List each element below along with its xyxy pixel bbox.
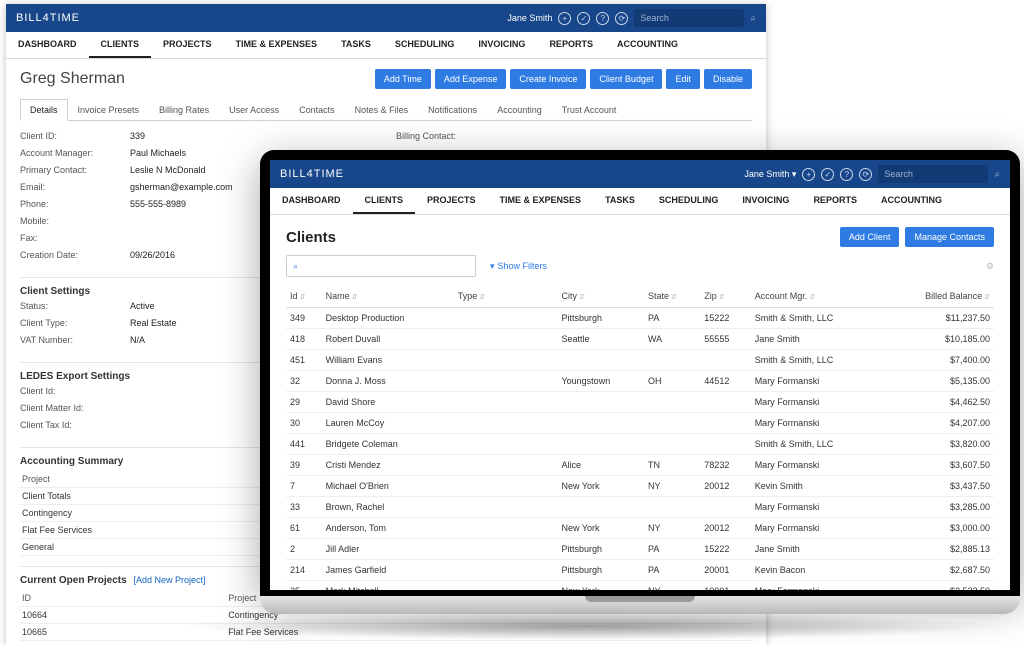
col-state[interactable]: State⇵ (644, 285, 700, 308)
help-icon[interactable]: ? (596, 12, 609, 25)
tab-notes-files[interactable]: Notes & Files (345, 99, 419, 120)
tab-notifications[interactable]: Notifications (418, 99, 487, 120)
search-icon[interactable]: ⌕ (994, 169, 1000, 180)
laptop-mockup: BILL4TIME Jane Smith ▾ + ✓ ? ⟳ ⌕ DASHBOA… (260, 150, 1020, 614)
client-row[interactable]: 451William EvansSmith & Smith, LLC$7,400… (286, 350, 994, 371)
laptop-shadow (180, 612, 1000, 640)
client-row[interactable]: 39Cristi MendezAliceTN78232Mary Formansk… (286, 455, 994, 476)
search-icon[interactable]: ⌕ (750, 13, 756, 24)
nav-clients[interactable]: CLIENTS (89, 32, 152, 58)
help-icon[interactable]: ? (840, 168, 853, 181)
nav-dashboard[interactable]: DASHBOARD (270, 188, 353, 214)
tab-details[interactable]: Details (20, 99, 68, 121)
tab-invoice-presets[interactable]: Invoice Presets (68, 99, 150, 120)
check-icon[interactable]: ✓ (577, 12, 590, 25)
search-icon: ⌕ (293, 261, 298, 272)
col-type[interactable]: Type⇵ (454, 285, 558, 308)
client-row[interactable]: 2Jill AdlerPittsburghPA15222Jane Smith$2… (286, 539, 994, 560)
edit-button[interactable]: Edit (666, 69, 700, 89)
client-row[interactable]: 32Donna J. MossYoungstownOH44512Mary For… (286, 371, 994, 392)
nav-invoicing[interactable]: INVOICING (466, 32, 537, 58)
global-search-input[interactable] (878, 165, 988, 183)
client-row[interactable]: 29David ShoreMary Formanski$4,462.50 (286, 392, 994, 413)
client-budget-button[interactable]: Client Budget (590, 69, 662, 89)
nav-projects[interactable]: PROJECTS (151, 32, 224, 58)
add-client-button[interactable]: Add Client (840, 227, 900, 247)
brand-logo: BILL4TIME (16, 12, 80, 24)
client-row[interactable]: 25Mark MitchellNew YorkNY10001Mary Forma… (286, 581, 994, 591)
plus-icon[interactable]: + (558, 12, 571, 25)
tab-contacts[interactable]: Contacts (289, 99, 345, 120)
show-filters-toggle[interactable]: ▾ Show Filters (490, 261, 547, 272)
billing-contact-label: Billing Contact: (396, 131, 506, 148)
app-header-front: BILL4TIME Jane Smith ▾ + ✓ ? ⟳ ⌕ (270, 160, 1010, 188)
tab-accounting[interactable]: Accounting (487, 99, 552, 120)
plus-icon[interactable]: + (802, 168, 815, 181)
add-time-button[interactable]: Add Time (375, 69, 431, 89)
col-billed-balance[interactable]: Billed Balance⇵ (883, 285, 994, 308)
nav-dashboard[interactable]: DASHBOARD (6, 32, 89, 58)
add-expense-button[interactable]: Add Expense (435, 69, 507, 89)
clock-icon[interactable]: ⟳ (615, 12, 628, 25)
clients-search-input[interactable]: ⌕ (286, 255, 476, 277)
nav-tasks[interactable]: TASKS (329, 32, 383, 58)
col-id[interactable]: Id⇵ (286, 285, 322, 308)
nav-accounting[interactable]: ACCOUNTING (869, 188, 954, 214)
disable-button[interactable]: Disable (704, 69, 752, 89)
nav-tasks[interactable]: TASKS (593, 188, 647, 214)
manage-contacts-button[interactable]: Manage Contacts (905, 227, 994, 247)
gear-icon[interactable]: ⚙ (986, 261, 994, 272)
clock-icon[interactable]: ⟳ (859, 168, 872, 181)
client-row[interactable]: 61Anderson, TomNew YorkNY20012Mary Forma… (286, 518, 994, 539)
client-row[interactable]: 418Robert DuvallSeattleWA55555Jane Smith… (286, 329, 994, 350)
client-row[interactable]: 33Brown, RachelMary Formanski$3,285.00 (286, 497, 994, 518)
app-header-back: BILL4TIME Jane Smith + ✓ ? ⟳ ⌕ (6, 4, 766, 32)
main-nav-front: DASHBOARDCLIENTSPROJECTSTIME & EXPENSEST… (270, 188, 1010, 215)
current-user[interactable]: Jane Smith (507, 13, 552, 23)
client-tabs: DetailsInvoice PresetsBilling RatesUser … (20, 99, 752, 121)
create-invoice-button[interactable]: Create Invoice (510, 69, 586, 89)
tab-billing-rates[interactable]: Billing Rates (149, 99, 219, 120)
col-account-mgr-[interactable]: Account Mgr.⇵ (751, 285, 883, 308)
nav-scheduling[interactable]: SCHEDULING (647, 188, 731, 214)
global-search-input[interactable] (634, 9, 744, 27)
tab-user-access[interactable]: User Access (219, 99, 289, 120)
tab-trust-account[interactable]: Trust Account (552, 99, 627, 120)
client-row[interactable]: 441Bridgete ColemanSmith & Smith, LLC$3,… (286, 434, 994, 455)
client-row[interactable]: 349Desktop ProductionPittsburghPA15222Sm… (286, 308, 994, 329)
nav-reports[interactable]: REPORTS (801, 188, 869, 214)
brand-logo: BILL4TIME (280, 168, 344, 180)
nav-reports[interactable]: REPORTS (537, 32, 605, 58)
nav-time-expenses[interactable]: TIME & EXPENSES (488, 188, 594, 214)
current-user[interactable]: Jane Smith ▾ (744, 169, 796, 180)
nav-clients[interactable]: CLIENTS (353, 188, 416, 214)
client-row[interactable]: 7Michael O'BrienNew YorkNY20012Kevin Smi… (286, 476, 994, 497)
filter-icon: ▾ (490, 261, 495, 272)
col-zip[interactable]: Zip⇵ (700, 285, 750, 308)
nav-invoicing[interactable]: INVOICING (730, 188, 801, 214)
add-new-project-link[interactable]: [Add New Project] (133, 575, 205, 585)
main-nav-back: DASHBOARDCLIENTSPROJECTSTIME & EXPENSEST… (6, 32, 766, 59)
nav-projects[interactable]: PROJECTS (415, 188, 488, 214)
client-name-heading: Greg Sherman (20, 70, 125, 88)
client-row[interactable]: 30Lauren McCoyMary Formanski$4,207.00 (286, 413, 994, 434)
col-name[interactable]: Name⇵ (322, 285, 454, 308)
client-row[interactable]: 214James GarfieldPittsburghPA20001Kevin … (286, 560, 994, 581)
nav-time-expenses[interactable]: TIME & EXPENSES (224, 32, 330, 58)
clients-table: Id⇵Name⇵Type⇵City⇵State⇵Zip⇵Account Mgr.… (286, 285, 994, 590)
nav-scheduling[interactable]: SCHEDULING (383, 32, 467, 58)
nav-accounting[interactable]: ACCOUNTING (605, 32, 690, 58)
check-icon[interactable]: ✓ (821, 168, 834, 181)
col-city[interactable]: City⇵ (557, 285, 644, 308)
page-title: Clients (286, 229, 336, 246)
